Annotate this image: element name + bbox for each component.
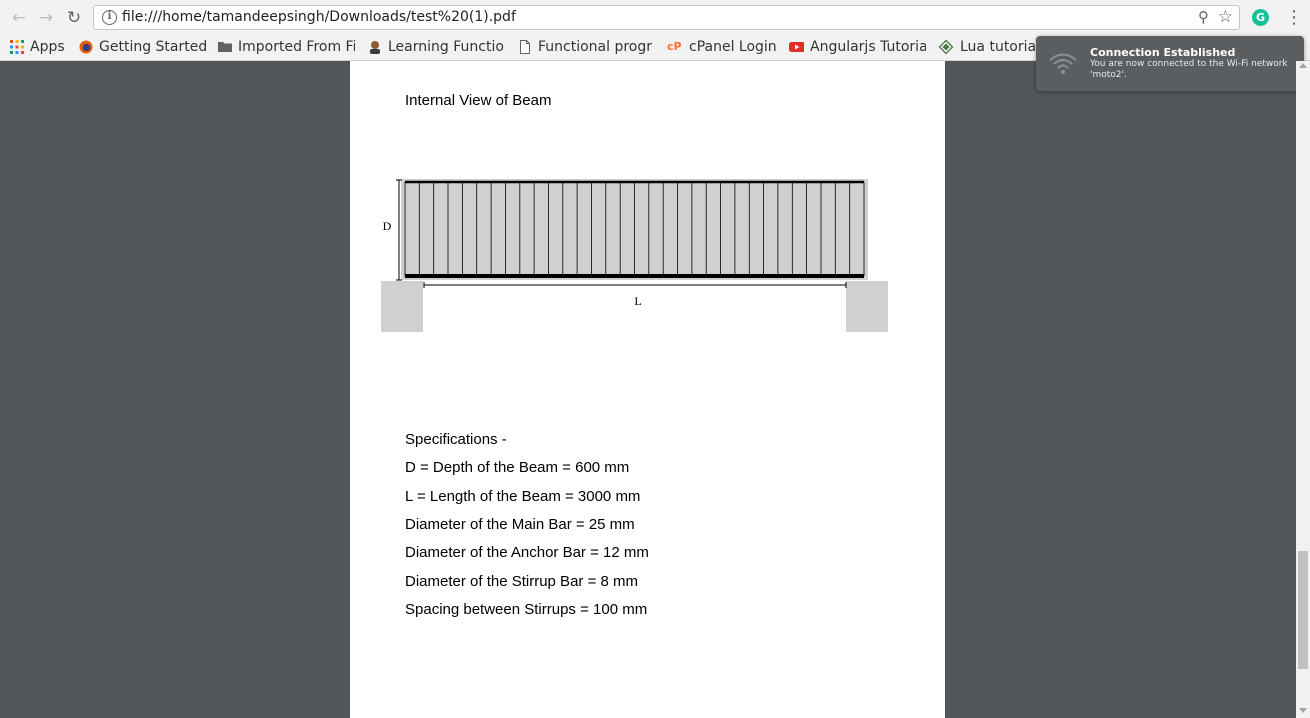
bookmark-star-icon[interactable]: ☆ [1218, 7, 1233, 27]
scrollbar-thumb[interactable] [1298, 551, 1308, 669]
right-support [846, 281, 888, 332]
bookmark-apps[interactable]: Apps [10, 37, 72, 57]
back-button[interactable]: ← [8, 7, 30, 29]
browser-toolbar: ← → ↻ i file:///home/tamandeepsingh/Down… [0, 0, 1310, 35]
spec-item: D = Depth of the Beam = 600 mm [405, 459, 630, 476]
avatar-icon [370, 41, 380, 54]
grammarly-extension-icon[interactable]: G [1252, 9, 1269, 26]
zoom-icon[interactable]: ⚲ [1198, 8, 1209, 26]
wifi-icon [1049, 53, 1077, 74]
cpanel-icon: cP [667, 40, 682, 53]
menu-icon[interactable]: ⋮ [1285, 7, 1303, 29]
folder-icon [218, 42, 232, 52]
youtube-icon [789, 42, 804, 52]
arrow-right-icon: → [38, 8, 54, 28]
lua-icon [938, 40, 954, 54]
info-icon[interactable]: i [102, 10, 117, 25]
url-text[interactable]: file:///home/tamandeepsingh/Downloads/te… [122, 9, 516, 25]
page-icon [520, 40, 530, 54]
address-bar[interactable]: i file:///home/tamandeepsingh/Downloads/… [93, 5, 1240, 30]
left-support [381, 281, 423, 332]
wifi-notification[interactable]: Connection Established You are now conne… [1036, 36, 1304, 91]
length-label: L [634, 294, 641, 308]
spec-item: L = Length of the Beam = 3000 mm [405, 488, 641, 505]
pdf-page: Internal View of Beam D L Specifications… [350, 61, 945, 718]
reload-icon: ↻ [66, 8, 82, 28]
bookmark-label: Functional progr [538, 39, 653, 55]
notification-body: You are now connected to the Wi-Fi netwo… [1090, 59, 1288, 80]
reload-button[interactable]: ↻ [63, 7, 85, 29]
bookmark-label: Getting Started [99, 39, 208, 55]
spec-item: Diameter of the Stirrup Bar = 8 mm [405, 573, 638, 590]
diagram-heading: Internal View of Beam [405, 92, 552, 109]
bookmark-lua-tutorial[interactable]: Lua tutorial [938, 37, 1038, 57]
notification-title: Connection Established [1090, 46, 1236, 59]
spec-title: Specifications - [405, 431, 507, 448]
bookmark-imported-folder[interactable]: Imported From Fi [218, 37, 355, 57]
arrow-left-icon: ← [11, 8, 27, 28]
spec-item: Diameter of the Main Bar = 25 mm [405, 516, 635, 533]
bookmark-cpanel-login[interactable]: cP cPanel Login [667, 37, 779, 57]
forward-button[interactable]: → [35, 7, 57, 29]
spec-item: Diameter of the Anchor Bar = 12 mm [405, 544, 649, 561]
bookmark-learning-functional[interactable]: Learning Functio [368, 37, 505, 57]
apps-grid-icon [10, 40, 24, 54]
beam-diagram: D L [381, 179, 888, 332]
bookmark-label: Apps [30, 39, 65, 55]
depth-label: D [383, 219, 392, 233]
bookmark-label: Learning Functio [388, 39, 504, 55]
bookmark-functional-programming[interactable]: Functional progr [518, 37, 654, 57]
bookmark-label: Lua tutorial [960, 39, 1038, 55]
bookmark-label: Imported From Fi [238, 39, 355, 55]
spec-item: Spacing between Stirrups = 100 mm [405, 601, 648, 618]
bookmark-label: cPanel Login [689, 39, 777, 55]
bookmark-getting-started[interactable]: Getting Started [79, 37, 209, 57]
scroll-up-arrow-icon[interactable] [1299, 63, 1307, 68]
firefox-icon [79, 40, 93, 54]
bookmark-label: Angularjs Tutoria [810, 39, 926, 55]
scroll-down-arrow-icon[interactable] [1299, 708, 1307, 713]
bookmark-angularjs-tutorial[interactable]: Angularjs Tutoria [788, 37, 926, 57]
